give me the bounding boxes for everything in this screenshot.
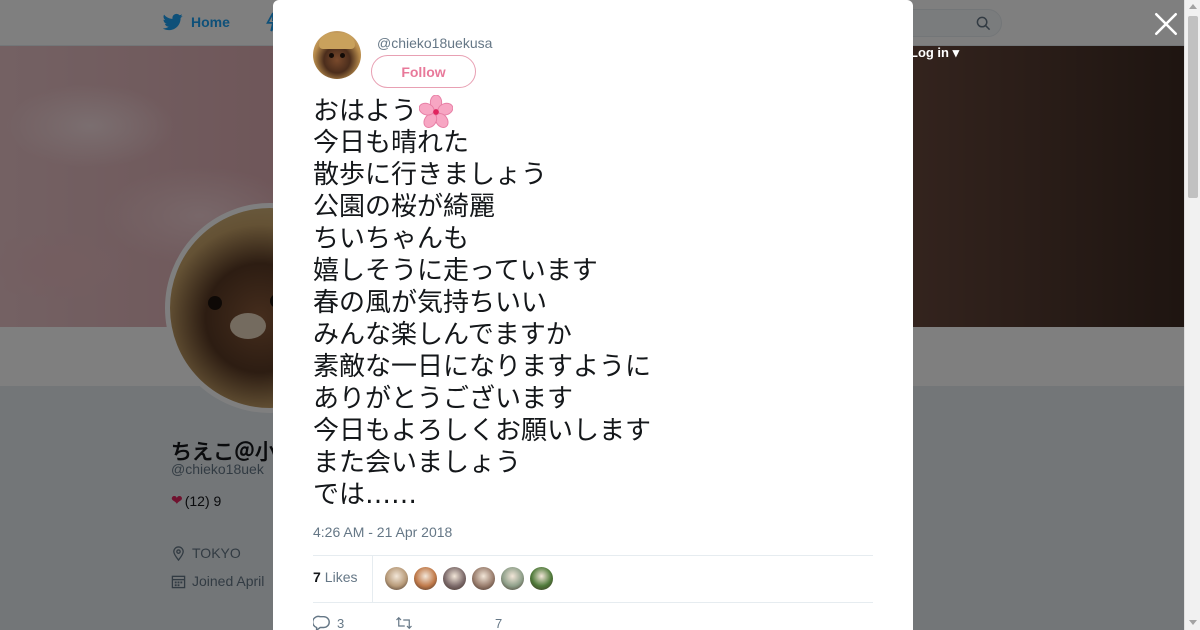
divider <box>313 602 873 603</box>
tweet-text: おはよう 今日も晴れた 散歩に行きましょう 公園の桜が綺麗 ちいちゃんも 嬉しそ… <box>313 95 873 511</box>
tweet-line: 春の風が気持ちいい <box>313 288 548 318</box>
tweet-line: 素敵な一日になりますように <box>313 352 652 382</box>
tweet-line: 散歩に行きましょう <box>313 160 548 190</box>
liker-avatar[interactable] <box>500 566 525 591</box>
scroll-down-arrow-icon[interactable] <box>1189 620 1197 625</box>
like-button[interactable]: 7 <box>495 616 502 630</box>
page-scrollbar[interactable] <box>1184 0 1200 630</box>
login-link[interactable]: Log in ▾ <box>910 45 959 61</box>
likes-label: Likes <box>324 569 358 585</box>
reply-button[interactable]: 3 <box>313 614 395 630</box>
avatar-eye-left <box>329 53 334 58</box>
tweet-author-handle[interactable]: @chieko18uekusa <box>377 35 492 51</box>
tweet-line: では…… <box>313 480 418 510</box>
liker-avatar[interactable] <box>413 566 438 591</box>
likes-count: 7 <box>313 569 321 585</box>
tweet-line: ちいちゃんも <box>313 224 470 254</box>
like-count: 7 <box>495 615 503 630</box>
tweet-line: ありがとうございます <box>313 384 574 414</box>
tweet-line: 嬉しそうに走っています <box>313 256 598 286</box>
tweet-line: おはよう <box>313 95 873 128</box>
login-label: Log in <box>910 45 949 60</box>
tweet-timestamp[interactable]: 4:26 AM - 21 Apr 2018 <box>313 524 452 540</box>
liker-avatar[interactable] <box>529 566 554 591</box>
scroll-up-arrow-icon[interactable] <box>1189 4 1197 9</box>
tweet-actions: 3 7 <box>313 614 502 630</box>
close-icon[interactable] <box>1153 11 1179 37</box>
divider <box>372 556 373 602</box>
avatar-eye-right <box>340 53 345 58</box>
tweet-line: 今日も晴れた <box>313 128 470 158</box>
likes-stat[interactable]: 7 Likes <box>313 569 357 585</box>
tweet-line: みんな楽しんでますか <box>313 320 572 350</box>
scrollbar-thumb[interactable] <box>1188 16 1198 198</box>
follow-button[interactable]: Follow <box>371 55 476 88</box>
tweet-author-avatar[interactable] <box>313 31 361 79</box>
tweet-line: また会いましょう <box>313 448 522 478</box>
retweet-icon <box>396 616 412 630</box>
liker-avatars <box>384 566 554 591</box>
retweet-button[interactable] <box>395 614 495 630</box>
avatar-hat <box>319 33 355 49</box>
reply-icon <box>313 615 330 630</box>
cherry-blossom-icon <box>419 95 454 128</box>
liker-avatar[interactable] <box>442 566 467 591</box>
tweet-line: 今日もよろしくお願いします <box>313 416 652 446</box>
tweet-line-text: おはよう <box>313 96 418 127</box>
divider <box>313 555 873 556</box>
tweet-line: 公園の桜が綺麗 <box>313 192 496 222</box>
liker-avatar[interactable] <box>384 566 409 591</box>
tweet-modal: @chieko18uekusa Follow おはよう 今日も晴れた 散歩に行き… <box>273 0 913 630</box>
reply-count: 3 <box>337 615 345 630</box>
liker-avatar[interactable] <box>471 566 496 591</box>
